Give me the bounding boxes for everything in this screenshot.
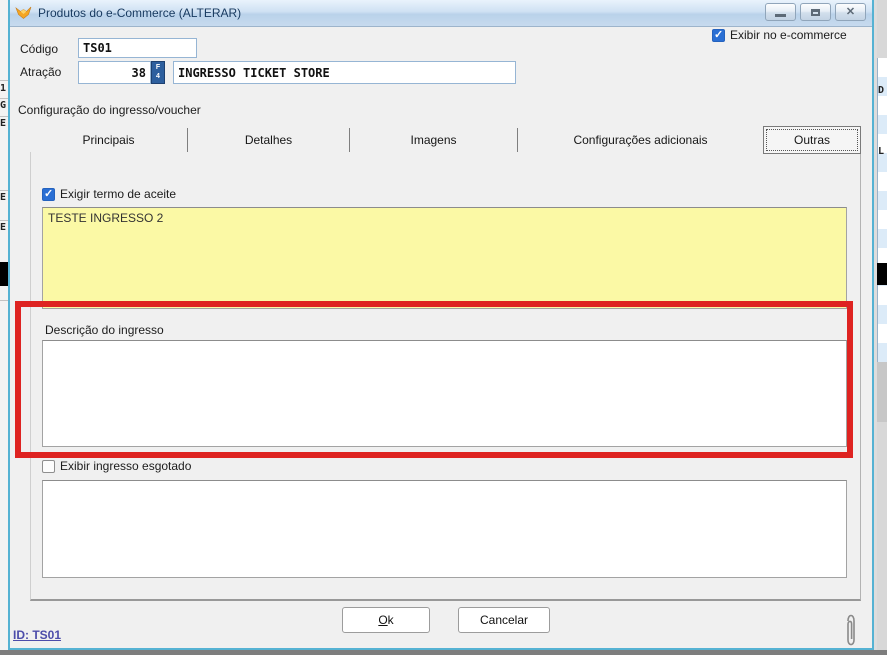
minimize-icon: [775, 14, 786, 17]
background-window-bottom-edge: [0, 650, 887, 655]
ok-button[interactable]: Ok: [342, 607, 430, 633]
background-text-fragment: E: [0, 222, 8, 233]
esgotado-checkbox[interactable]: [42, 460, 55, 473]
atracao-code-input[interactable]: [78, 61, 151, 84]
background-selected-row: [0, 262, 8, 286]
fox-app-icon: [15, 5, 32, 21]
tab-strip: Principais Detalhes Imagens Configuraçõe…: [30, 128, 861, 153]
cancel-button[interactable]: Cancelar: [458, 607, 550, 633]
esgotado-label: Exibir ingresso esgotado: [60, 459, 191, 473]
tab-configuracoes-adicionais[interactable]: Configurações adicionais: [518, 128, 763, 152]
maximize-icon: [811, 9, 820, 16]
atracao-label: Atração: [20, 65, 61, 79]
lookup-f4-line1: F: [152, 64, 164, 72]
tab-outras[interactable]: Outras: [763, 126, 861, 154]
id-link[interactable]: ID: TS01: [13, 628, 61, 642]
screen: 1 G E E E D L Produtos do e-Commerce (AL…: [0, 0, 887, 655]
background-window-right: D L: [877, 0, 887, 655]
tab-detalhes[interactable]: Detalhes: [188, 128, 350, 152]
background-text-fragment: E: [0, 118, 8, 129]
codigo-label: Código: [20, 42, 58, 56]
window-controls: ✕: [765, 3, 866, 21]
background-text-fragment: E: [0, 192, 8, 203]
codigo-input[interactable]: [78, 38, 197, 58]
background-grid-rows: [877, 58, 887, 362]
background-text-fragment: D: [878, 85, 887, 96]
close-button[interactable]: ✕: [835, 3, 866, 21]
exibir-ecommerce-row: Exibir no e-commerce: [712, 28, 847, 42]
lookup-f4-line2: 4: [152, 73, 164, 81]
exigir-termo-row: Exigir termo de aceite: [42, 187, 176, 201]
exigir-termo-checkbox[interactable]: [42, 188, 55, 201]
descricao-label: Descrição do ingresso: [45, 323, 164, 337]
ok-button-rest: k: [388, 613, 394, 627]
exibir-ecommerce-checkbox[interactable]: [712, 29, 725, 42]
paperclip-icon: [844, 612, 858, 648]
exibir-ecommerce-label: Exibir no e-commerce: [730, 28, 847, 42]
close-icon: ✕: [846, 7, 855, 18]
title-bar[interactable]: Produtos do e-Commerce (ALTERAR) ✕: [10, 0, 872, 27]
background-text-fragment: G: [0, 100, 8, 111]
background-text-fragment: 1: [0, 83, 8, 94]
ok-button-mnemonic: O: [378, 613, 387, 627]
minimize-button[interactable]: [765, 3, 796, 21]
termo-aceite-textarea[interactable]: TESTE INGRESSO 2: [42, 207, 847, 309]
background-panel: [877, 362, 887, 422]
section-title: Configuração do ingresso/voucher: [18, 103, 201, 117]
dialog-produtos-ecommerce: Produtos do e-Commerce (ALTERAR) ✕ Exibi…: [8, 0, 874, 650]
window-title: Produtos do e-Commerce (ALTERAR): [38, 6, 241, 20]
atracao-name-input[interactable]: [173, 61, 516, 84]
tab-imagens[interactable]: Imagens: [350, 128, 518, 152]
tab-principais[interactable]: Principais: [30, 128, 188, 152]
exigir-termo-label: Exigir termo de aceite: [60, 187, 176, 201]
atracao-lookup-f4-button[interactable]: F 4: [151, 61, 165, 84]
background-selected-row: [877, 263, 887, 285]
esgotado-row: Exibir ingresso esgotado: [42, 459, 191, 473]
esgotado-textarea[interactable]: [42, 480, 847, 578]
maximize-button[interactable]: [800, 3, 831, 21]
background-text-fragment: L: [878, 146, 887, 157]
descricao-ingresso-textarea[interactable]: [42, 340, 847, 447]
